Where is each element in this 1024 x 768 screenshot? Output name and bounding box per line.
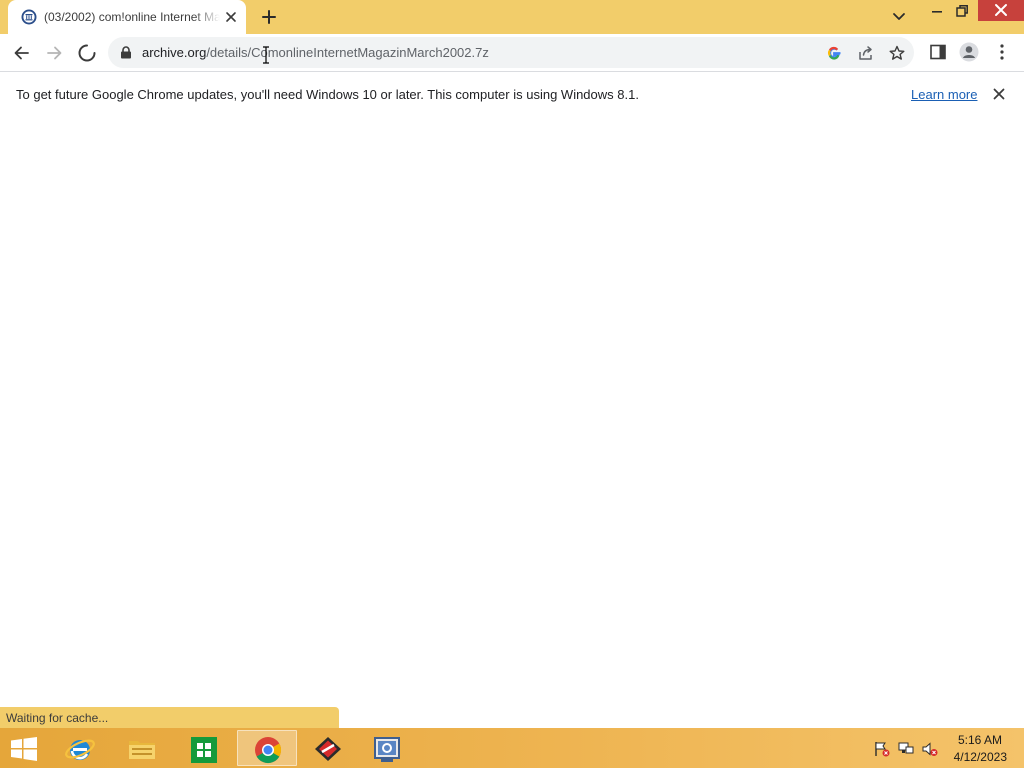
address-bar[interactable]: archive.org/details/ComonlineInternetMag… [108, 37, 914, 68]
status-text: Waiting for cache... [6, 711, 109, 725]
internet-explorer-icon [65, 739, 95, 760]
url-path: /details/ComonlineInternetMagazinMarch20… [206, 45, 489, 60]
page-content [0, 117, 1024, 728]
chevron-down-icon[interactable] [890, 9, 908, 25]
bookmark-star-icon[interactable] [888, 44, 906, 62]
action-center-flag-icon[interactable] [873, 741, 891, 757]
blue-app-icon [374, 737, 400, 762]
network-icon[interactable] [897, 740, 915, 758]
taskbar: 5:16 AM 4/12/2023 [0, 728, 1024, 768]
close-icon [995, 4, 1007, 16]
learn-more-link[interactable]: Learn more [911, 87, 977, 103]
internet-archive-icon [21, 9, 37, 25]
status-bubble: Waiting for cache... [0, 707, 339, 728]
volume-muted-icon[interactable] [921, 740, 939, 758]
browser-tab[interactable]: (03/2002) com!online Internet Magazin Ma… [8, 0, 246, 34]
store-icon [191, 737, 217, 763]
red-app-icon [315, 737, 341, 761]
text-cursor-icon [263, 46, 269, 64]
taskbar-windows-store[interactable] [174, 730, 234, 766]
taskbar-app-blue[interactable] [357, 730, 417, 766]
minimize-icon[interactable] [928, 2, 946, 20]
windows-start-icon[interactable] [10, 737, 38, 761]
kebab-menu-icon[interactable] [994, 43, 1010, 61]
folder-icon [129, 741, 155, 759]
google-icon[interactable] [826, 45, 842, 61]
close-tab-icon[interactable] [223, 9, 239, 25]
back-arrow-icon[interactable] [12, 43, 32, 63]
window-close-button[interactable] [978, 0, 1024, 21]
loading-spinner-icon[interactable] [77, 43, 97, 63]
chrome-icon [255, 737, 282, 764]
taskbar-app-red[interactable] [298, 730, 358, 766]
lock-icon[interactable] [120, 46, 132, 59]
url-host: archive.org [142, 45, 207, 60]
url-text[interactable]: archive.org/details/ComonlineInternetMag… [142, 45, 489, 61]
forward-arrow-icon[interactable] [44, 43, 64, 63]
taskbar-internet-explorer[interactable] [50, 730, 110, 766]
clock-time[interactable]: 5:16 AM [940, 733, 1002, 747]
share-icon[interactable] [857, 44, 875, 62]
restore-icon[interactable] [953, 2, 971, 20]
side-panel-icon[interactable] [929, 43, 947, 61]
close-icon[interactable] [992, 87, 1006, 101]
update-infobar: To get future Google Chrome updates, you… [0, 71, 1024, 117]
title-bar: (03/2002) com!online Internet Magazin Ma… [0, 0, 1024, 34]
new-tab-icon[interactable] [260, 8, 278, 26]
taskbar-file-explorer[interactable] [112, 730, 172, 766]
infobar-message: To get future Google Chrome updates, you… [16, 87, 639, 102]
tab-title: (03/2002) com!online Internet Magazin Ma… [44, 10, 220, 24]
profile-avatar-icon[interactable] [959, 42, 979, 62]
clock-date[interactable]: 4/12/2023 [940, 750, 1007, 764]
taskbar-google-chrome[interactable] [237, 730, 297, 766]
browser-toolbar: archive.org/details/ComonlineInternetMag… [0, 34, 1024, 71]
